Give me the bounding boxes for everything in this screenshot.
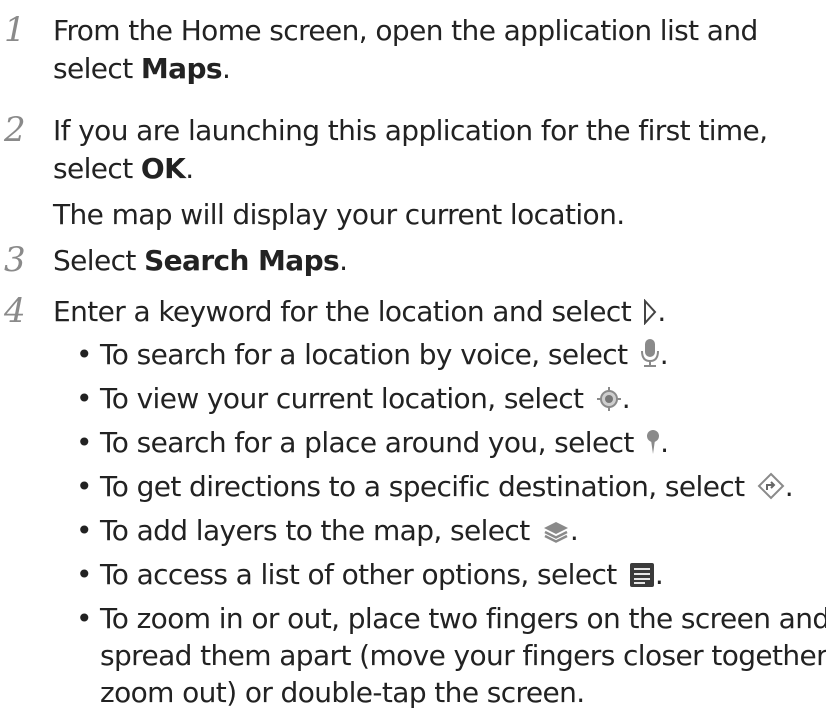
bullet-item: • To search for a place around you, selec… <box>76 426 669 459</box>
manual-page: 1 From the Home screen, open the applica… <box>0 0 826 709</box>
bullet-continuation: spread them apart (move your fingers clo… <box>100 639 826 672</box>
menu-icon <box>629 563 654 587</box>
step-text: Select Search Maps. <box>53 244 348 277</box>
bullet-item: • To search for a location by voice, sele… <box>76 338 669 371</box>
step-number: 1 <box>4 10 26 50</box>
step-number: 3 <box>4 240 26 280</box>
bullet-item: • To add layers to the map, select . <box>76 514 579 547</box>
step-text: From the Home screen, open the applicati… <box>53 14 758 47</box>
search-go-icon <box>644 299 657 325</box>
step-number: 2 <box>4 110 26 150</box>
step-note: The map will display your current locati… <box>53 198 625 231</box>
step-text: select OK. <box>53 152 194 185</box>
bullet-item: • To access a list of other options, sele… <box>76 558 664 591</box>
ui-term: Search Maps <box>144 244 340 277</box>
bullet-item: • To zoom in or out, place two fingers on… <box>76 602 826 635</box>
layers-icon <box>543 522 568 543</box>
step-text: select Maps. <box>53 52 231 85</box>
step-text: Enter a keyword for the location and sel… <box>53 295 666 328</box>
place-pin-icon <box>647 430 660 454</box>
ui-term: Maps <box>140 52 223 85</box>
my-location-icon <box>596 387 621 411</box>
bullet-item: • To view your current location, select . <box>76 382 631 415</box>
step-number: 4 <box>4 291 26 331</box>
bullet-item: • To get directions to a specific destina… <box>76 470 794 503</box>
microphone-icon <box>640 339 659 367</box>
directions-icon <box>757 472 785 500</box>
bullet-continuation: zoom out) or double-tap the screen. <box>100 676 585 709</box>
step-text: If you are launching this application fo… <box>53 114 768 147</box>
ui-term: OK <box>140 152 186 185</box>
